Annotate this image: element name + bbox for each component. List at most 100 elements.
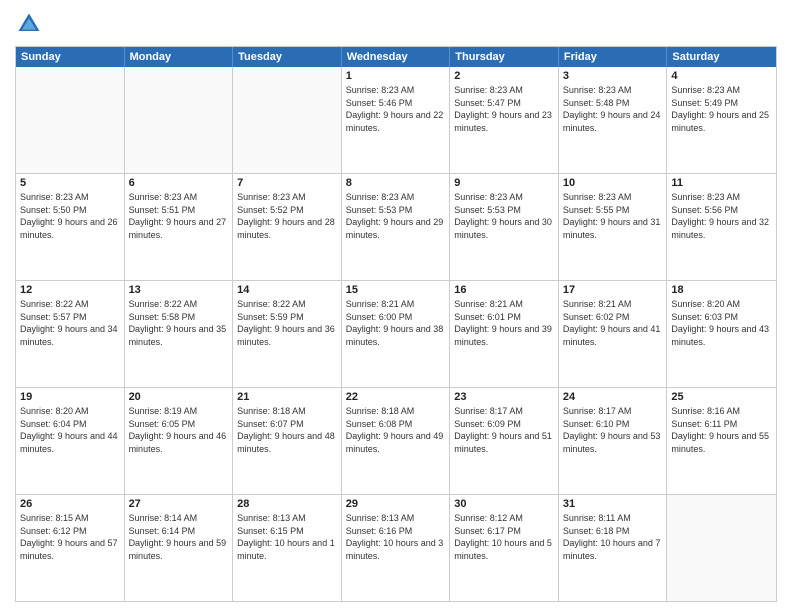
cal-cell: 21 Sunrise: 8:18 AM Sunset: 6:07 PM Dayli… (233, 388, 342, 494)
cal-cell: 20 Sunrise: 8:19 AM Sunset: 6:05 PM Dayli… (125, 388, 234, 494)
cell-info: Sunrise: 8:23 AM Sunset: 5:50 PM Dayligh… (20, 191, 120, 241)
cal-cell: 29 Sunrise: 8:13 AM Sunset: 6:16 PM Dayli… (342, 495, 451, 601)
day-number: 6 (129, 177, 229, 189)
cell-info: Sunrise: 8:23 AM Sunset: 5:53 PM Dayligh… (454, 191, 554, 241)
day-number: 22 (346, 391, 446, 403)
day-number: 8 (346, 177, 446, 189)
cal-cell: 5 Sunrise: 8:23 AM Sunset: 5:50 PM Daylig… (16, 174, 125, 280)
cell-info: Sunrise: 8:13 AM Sunset: 6:15 PM Dayligh… (237, 512, 337, 562)
cell-info: Sunrise: 8:12 AM Sunset: 6:17 PM Dayligh… (454, 512, 554, 562)
page: SundayMondayTuesdayWednesdayThursdayFrid… (0, 0, 792, 612)
calendar-row-2: 5 Sunrise: 8:23 AM Sunset: 5:50 PM Daylig… (16, 173, 776, 280)
logo (15, 10, 47, 38)
day-number: 5 (20, 177, 120, 189)
calendar-row-4: 19Sunrise: 8:20 AM Sunset: 6:04 PM Dayli… (16, 387, 776, 494)
calendar: SundayMondayTuesdayWednesdayThursdayFrid… (15, 46, 777, 602)
day-number: 28 (237, 498, 337, 510)
day-number: 15 (346, 284, 446, 296)
day-number: 3 (563, 70, 663, 82)
logo-icon (15, 10, 43, 38)
cal-cell: 6 Sunrise: 8:23 AM Sunset: 5:51 PM Daylig… (125, 174, 234, 280)
cell-info: Sunrise: 8:22 AM Sunset: 5:59 PM Dayligh… (237, 298, 337, 348)
cell-info: Sunrise: 8:13 AM Sunset: 6:16 PM Dayligh… (346, 512, 446, 562)
cal-cell: 18Sunrise: 8:20 AM Sunset: 6:03 PM Dayli… (667, 281, 776, 387)
day-number: 7 (237, 177, 337, 189)
day-number: 21 (237, 391, 337, 403)
day-number: 29 (346, 498, 446, 510)
cal-cell: 10 Sunrise: 8:23 AM Sunset: 5:55 PM Dayli… (559, 174, 668, 280)
cell-info: Sunrise: 8:23 AM Sunset: 5:49 PM Dayligh… (671, 84, 772, 134)
day-number: 11 (671, 177, 772, 189)
day-number: 18 (671, 284, 772, 296)
header-cell-tuesday: Tuesday (233, 47, 342, 67)
day-number: 31 (563, 498, 663, 510)
cal-cell: 14Sunrise: 8:22 AM Sunset: 5:59 PM Dayli… (233, 281, 342, 387)
cell-info: Sunrise: 8:18 AM Sunset: 6:07 PM Dayligh… (237, 405, 337, 455)
day-number: 23 (454, 391, 554, 403)
day-number: 24 (563, 391, 663, 403)
cal-cell: 24 Sunrise: 8:17 AM Sunset: 6:10 PM Dayli… (559, 388, 668, 494)
day-number: 2 (454, 70, 554, 82)
cal-cell: 15 Sunrise: 8:21 AM Sunset: 6:00 PM Dayli… (342, 281, 451, 387)
header-cell-monday: Monday (125, 47, 234, 67)
cal-cell: 22 Sunrise: 8:18 AM Sunset: 6:08 PM Dayli… (342, 388, 451, 494)
header-cell-friday: Friday (559, 47, 668, 67)
cal-cell: 19Sunrise: 8:20 AM Sunset: 6:04 PM Dayli… (16, 388, 125, 494)
day-number: 4 (671, 70, 772, 82)
cal-cell (667, 495, 776, 601)
day-number: 30 (454, 498, 554, 510)
cal-cell: 23 Sunrise: 8:17 AM Sunset: 6:09 PM Dayli… (450, 388, 559, 494)
cell-info: Sunrise: 8:15 AM Sunset: 6:12 PM Dayligh… (20, 512, 120, 562)
day-number: 10 (563, 177, 663, 189)
day-number: 27 (129, 498, 229, 510)
cal-cell: 7 Sunrise: 8:23 AM Sunset: 5:52 PM Daylig… (233, 174, 342, 280)
header-cell-thursday: Thursday (450, 47, 559, 67)
calendar-header-row: SundayMondayTuesdayWednesdayThursdayFrid… (16, 47, 776, 67)
cell-info: Sunrise: 8:20 AM Sunset: 6:04 PM Dayligh… (20, 405, 120, 455)
calendar-row-1: 1Sunrise: 8:23 AM Sunset: 5:46 PM Daylig… (16, 67, 776, 173)
cal-cell: 31 Sunrise: 8:11 AM Sunset: 6:18 PM Dayli… (559, 495, 668, 601)
day-number: 12 (20, 284, 120, 296)
day-number: 17 (563, 284, 663, 296)
day-number: 9 (454, 177, 554, 189)
cell-info: Sunrise: 8:21 AM Sunset: 6:01 PM Dayligh… (454, 298, 554, 348)
cal-cell: 27 Sunrise: 8:14 AM Sunset: 6:14 PM Dayli… (125, 495, 234, 601)
cell-info: Sunrise: 8:18 AM Sunset: 6:08 PM Dayligh… (346, 405, 446, 455)
cal-cell: 11Sunrise: 8:23 AM Sunset: 5:56 PM Dayli… (667, 174, 776, 280)
cal-cell: 30 Sunrise: 8:12 AM Sunset: 6:17 PM Dayli… (450, 495, 559, 601)
cell-info: Sunrise: 8:21 AM Sunset: 6:00 PM Dayligh… (346, 298, 446, 348)
day-number: 20 (129, 391, 229, 403)
cell-info: Sunrise: 8:17 AM Sunset: 6:10 PM Dayligh… (563, 405, 663, 455)
header-cell-wednesday: Wednesday (342, 47, 451, 67)
day-number: 26 (20, 498, 120, 510)
cal-cell: 28 Sunrise: 8:13 AM Sunset: 6:15 PM Dayli… (233, 495, 342, 601)
cell-info: Sunrise: 8:22 AM Sunset: 5:58 PM Dayligh… (129, 298, 229, 348)
cal-cell: 1Sunrise: 8:23 AM Sunset: 5:46 PM Daylig… (342, 67, 451, 173)
cell-info: Sunrise: 8:23 AM Sunset: 5:53 PM Dayligh… (346, 191, 446, 241)
header (15, 10, 777, 38)
cell-info: Sunrise: 8:19 AM Sunset: 6:05 PM Dayligh… (129, 405, 229, 455)
cal-cell: 17 Sunrise: 8:21 AM Sunset: 6:02 PM Dayli… (559, 281, 668, 387)
cell-info: Sunrise: 8:16 AM Sunset: 6:11 PM Dayligh… (671, 405, 772, 455)
cell-info: Sunrise: 8:17 AM Sunset: 6:09 PM Dayligh… (454, 405, 554, 455)
cell-info: Sunrise: 8:14 AM Sunset: 6:14 PM Dayligh… (129, 512, 229, 562)
calendar-row-5: 26 Sunrise: 8:15 AM Sunset: 6:12 PM Dayli… (16, 494, 776, 601)
cal-cell: 13 Sunrise: 8:22 AM Sunset: 5:58 PM Dayli… (125, 281, 234, 387)
cell-info: Sunrise: 8:23 AM Sunset: 5:47 PM Dayligh… (454, 84, 554, 134)
cal-cell: 9 Sunrise: 8:23 AM Sunset: 5:53 PM Daylig… (450, 174, 559, 280)
cal-cell: 3Sunrise: 8:23 AM Sunset: 5:48 PM Daylig… (559, 67, 668, 173)
day-number: 25 (671, 391, 772, 403)
cal-cell: 4 Sunrise: 8:23 AM Sunset: 5:49 PM Daylig… (667, 67, 776, 173)
day-number: 13 (129, 284, 229, 296)
cal-cell (233, 67, 342, 173)
cell-info: Sunrise: 8:21 AM Sunset: 6:02 PM Dayligh… (563, 298, 663, 348)
cell-info: Sunrise: 8:23 AM Sunset: 5:55 PM Dayligh… (563, 191, 663, 241)
cell-info: Sunrise: 8:23 AM Sunset: 5:51 PM Dayligh… (129, 191, 229, 241)
cal-cell: 12Sunrise: 8:22 AM Sunset: 5:57 PM Dayli… (16, 281, 125, 387)
calendar-body: 1Sunrise: 8:23 AM Sunset: 5:46 PM Daylig… (16, 67, 776, 601)
day-number: 16 (454, 284, 554, 296)
cal-cell: 16 Sunrise: 8:21 AM Sunset: 6:01 PM Dayli… (450, 281, 559, 387)
cell-info: Sunrise: 8:23 AM Sunset: 5:52 PM Dayligh… (237, 191, 337, 241)
cal-cell: 26 Sunrise: 8:15 AM Sunset: 6:12 PM Dayli… (16, 495, 125, 601)
cell-info: Sunrise: 8:11 AM Sunset: 6:18 PM Dayligh… (563, 512, 663, 562)
